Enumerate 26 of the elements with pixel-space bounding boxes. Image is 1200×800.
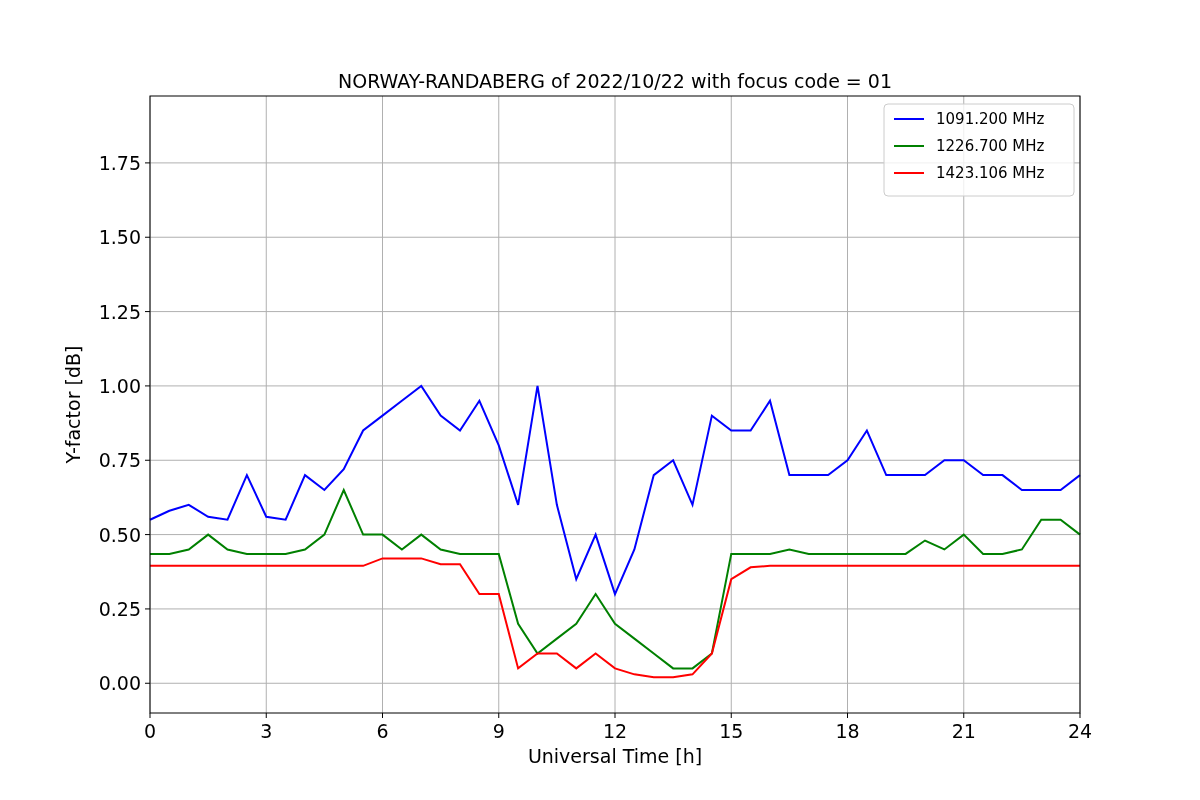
tick-label: 0 xyxy=(143,720,157,742)
tick-label: 9 xyxy=(492,720,505,742)
tick-label: 1.00 xyxy=(98,374,141,397)
tick-label: 24 xyxy=(1067,720,1093,742)
tick-label: 0.50 xyxy=(98,523,141,546)
tick-label: 21 xyxy=(951,720,976,742)
tick-label: 1.75 xyxy=(98,151,141,174)
legend-line-icon xyxy=(893,118,925,120)
legend-label: 1423.106 MHz xyxy=(936,164,1045,182)
tick-label: 0.00 xyxy=(98,672,141,695)
tick-label: 3 xyxy=(260,720,273,742)
legend-line-icon xyxy=(893,145,925,147)
tick-label: 6 xyxy=(376,720,389,742)
tick-label: 12 xyxy=(602,720,628,742)
axis-label: Universal Time [h] xyxy=(527,745,703,767)
tick-label: 0.25 xyxy=(98,597,141,620)
legend-line-icon xyxy=(893,172,925,174)
chart-title: NORWAY-RANDABERG of 2022/10/22 with focus code = 01 xyxy=(338,70,892,92)
legend-label: 1226.700 MHz xyxy=(936,137,1045,155)
tick-label: 1.50 xyxy=(98,226,141,249)
tick-label: 0.75 xyxy=(98,449,141,472)
tick-label: 18 xyxy=(835,720,860,742)
legend-label: 1091.200 MHz xyxy=(936,110,1045,128)
tick-label: 15 xyxy=(719,720,744,742)
tick-label: 1.25 xyxy=(98,300,141,323)
axis-label: Y-factor [dB] xyxy=(62,345,84,464)
